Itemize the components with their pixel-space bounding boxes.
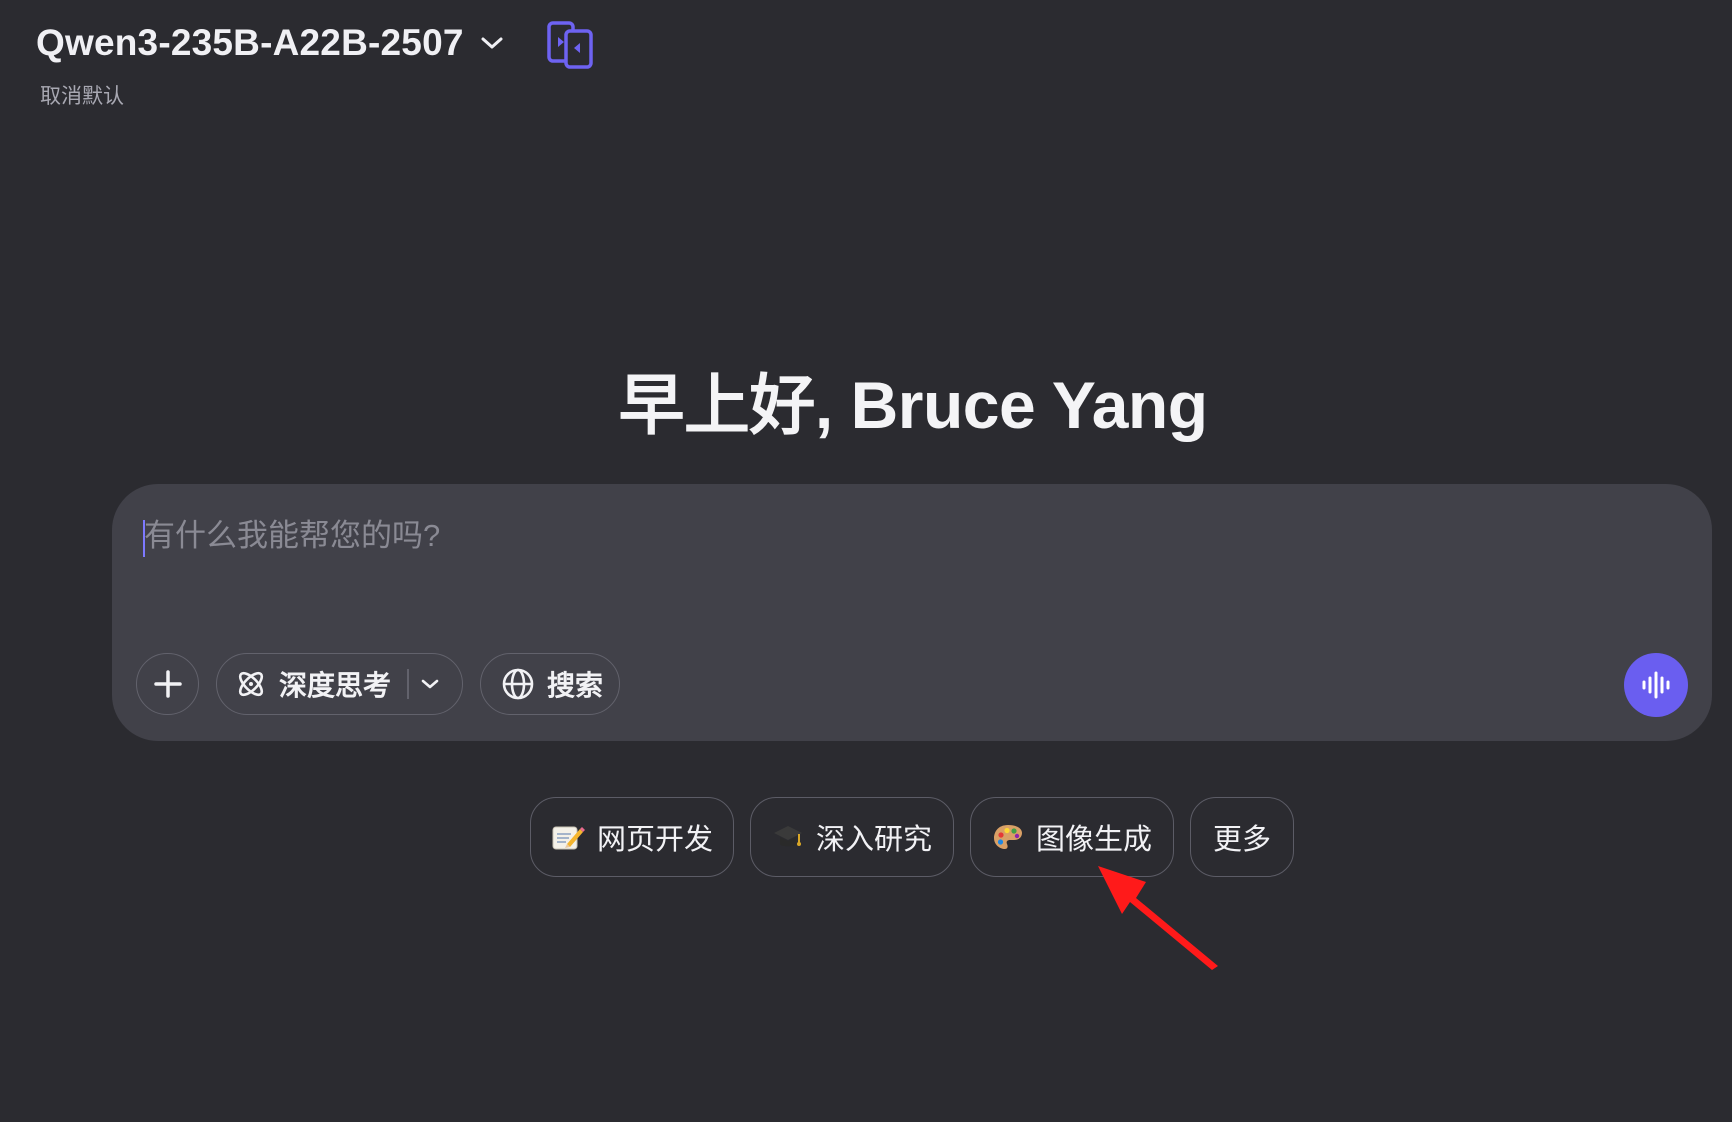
- artist-palette-icon: [992, 822, 1024, 852]
- chat-composer: 深度思考 搜索: [112, 484, 1712, 741]
- plus-icon: [153, 670, 182, 698]
- suggestion-label: 网页开发: [596, 824, 713, 856]
- suggestion-deep-research[interactable]: 深入研究: [750, 797, 954, 877]
- model-selector[interactable]: Qwen3-235B-A22B-2507: [36, 22, 504, 64]
- deep-think-button[interactable]: 深度思考: [235, 664, 391, 704]
- chevron-down-icon: [480, 35, 504, 51]
- suggestion-label: 图像生成: [1035, 824, 1152, 856]
- atom-icon: [238, 671, 264, 697]
- audio-waveform-icon: [1642, 671, 1670, 699]
- voice-input-button[interactable]: [1624, 653, 1688, 717]
- model-name: Qwen3-235B-A22B-2507: [36, 22, 464, 63]
- annotation-arrow: [1098, 866, 1218, 970]
- compare-models-icon[interactable]: [546, 20, 596, 70]
- suggestion-web-dev[interactable]: 网页开发: [530, 797, 734, 877]
- search-label: 搜索: [547, 670, 604, 701]
- chat-input[interactable]: [144, 516, 1544, 556]
- greeting-title: 早上好, Bruce Yang: [618, 368, 1208, 442]
- deep-think-toggle: 深度思考: [216, 653, 463, 715]
- search-toggle-button[interactable]: 搜索: [480, 653, 620, 715]
- add-attachment-button[interactable]: [136, 653, 199, 715]
- unset-default-link[interactable]: 取消默认: [40, 80, 124, 110]
- globe-icon: [502, 668, 534, 700]
- graduation-cap-icon: [772, 822, 804, 852]
- deep-think-label: 深度思考: [279, 670, 392, 701]
- memo-pencil-icon: [551, 822, 585, 852]
- suggestion-label: 更多: [1212, 824, 1271, 856]
- suggestion-label: 深入研究: [815, 824, 932, 856]
- divider: [407, 669, 409, 699]
- deep-think-options-chevron-icon[interactable]: [421, 654, 439, 714]
